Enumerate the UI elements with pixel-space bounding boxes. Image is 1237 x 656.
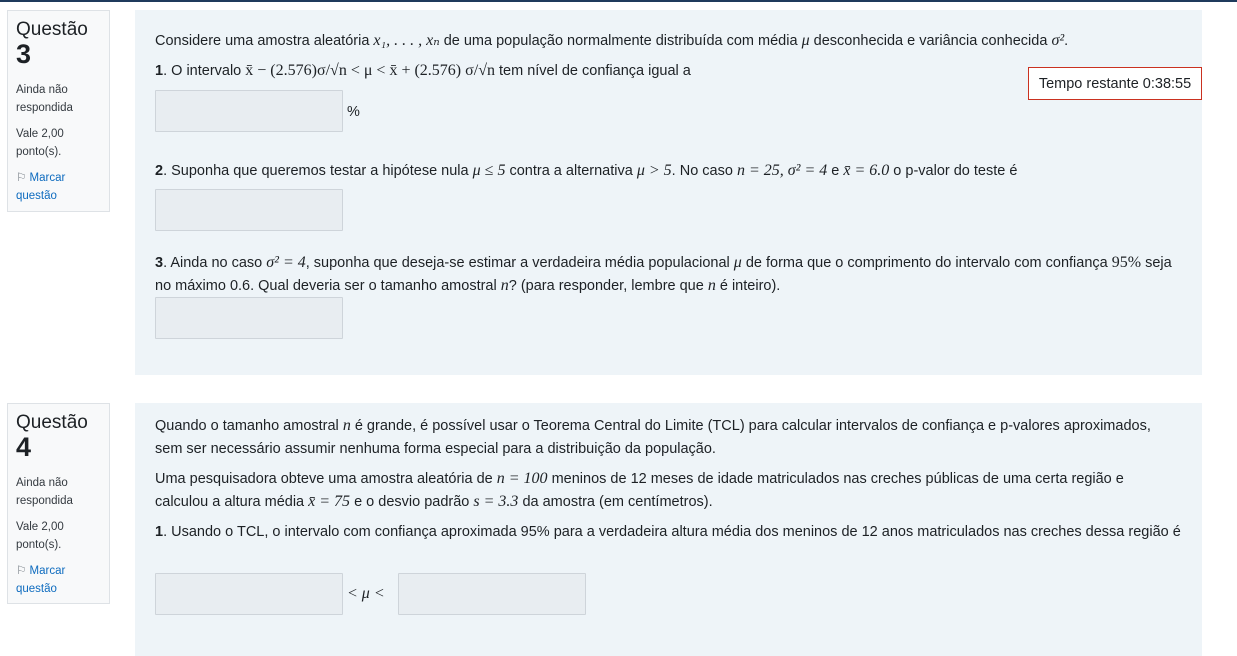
subquestion-text-2: tem nível de confiança igual a <box>494 63 691 79</box>
subquestion-text-2: contra a alternativa <box>505 163 637 179</box>
question-info-4: Questão 4 Ainda não respondida Vale 2,00… <box>7 403 110 604</box>
subquestion-number: 1 <box>155 63 164 79</box>
q4-text-7: da amostra (em centímetros). <box>518 494 713 510</box>
question-status: Ainda não respondida <box>16 477 73 507</box>
question-grade: Vale 2,00 ponto(s). <box>16 521 64 551</box>
intro-math-mu: μ <box>801 32 810 49</box>
question-content-4: Quando o tamanho amostral n é grande, é … <box>135 403 1202 656</box>
question-status: Ainda não respondida <box>16 84 73 114</box>
subquestion-3-line-2: no máximo 0.6. Qual deveria ser o tamanh… <box>155 275 780 297</box>
subquestion-text-3: . No caso <box>671 163 737 179</box>
answer-input-lower-bound[interactable] <box>155 573 343 615</box>
q4-text-6: e o desvio padrão <box>350 494 474 510</box>
question-info-3: Questão 3 Ainda não respondida Vale 2,00… <box>7 10 110 212</box>
intro-math-sample: x₁, . . . , xₙ <box>373 32 440 49</box>
q4-paragraph-2-line-2: calculou a altura média x̄ = 75 e o desv… <box>155 491 713 513</box>
math-confidence: 95% <box>1111 254 1142 271</box>
subquestion-text-5: o p-valor do teste é <box>889 163 1018 179</box>
subquestion-2: 2. Suponha que queremos testar a hipótes… <box>155 160 1017 182</box>
math-sample-size: n = 100 <box>496 470 548 487</box>
question-grade: Vale 2,00 ponto(s). <box>16 128 64 158</box>
question-intro: Considere uma amostra aleatória x₁, . . … <box>155 30 1068 52</box>
subquestion-number: 1 <box>155 524 164 540</box>
intro-text: Considere uma amostra aleatória <box>155 33 374 49</box>
question-label: Questão <box>16 412 88 433</box>
math-null-hypothesis: μ ≤ 5 <box>472 162 506 179</box>
subquestion-text: . Ainda no caso <box>163 255 267 271</box>
intro-text-2: de uma população normalmente distribuída… <box>439 33 802 49</box>
q4-paragraph-1-line-2: sem ser necessário assumir nenhuma forma… <box>155 441 716 457</box>
answer-input-upper-bound[interactable] <box>398 573 586 615</box>
subquestion-text-6: ? (para responder, lembre que <box>508 278 708 294</box>
math-mean: x̄ = 75 <box>308 493 351 510</box>
answer-input-1[interactable] <box>155 90 343 132</box>
subquestion-text-3: de forma que o comprimento do intervalo … <box>741 255 1112 271</box>
subquestion-1: 1. O intervalo x̄ − (2.576)σ/√n < μ < x̄… <box>155 60 691 82</box>
flag-question-button[interactable]: ⚐ Marcar questão <box>16 169 101 205</box>
math-variance: σ² = 4 <box>266 254 306 271</box>
subquestion-math: x̄ − (2.576)σ/√n < μ < x̄ + (2.576) σ/√n <box>245 62 495 79</box>
q4-text-2: é grande, é possível usar o Teorema Cent… <box>350 418 1151 434</box>
subquestion-text-4: e <box>827 163 844 179</box>
subquestion-number: 2 <box>155 163 164 179</box>
question-number: 3 <box>16 39 32 69</box>
q4-paragraph-2: Uma pesquisadora obteve uma amostra alea… <box>155 468 1124 490</box>
between-inequality: < μ < <box>347 585 385 602</box>
subquestion-text: . Suponha que queremos testar a hipótese… <box>163 163 473 179</box>
subquestion-text-4: seja <box>1141 255 1172 271</box>
subquestion-text-5: no máximo 0.6. Qual deveria ser o tamanh… <box>155 278 501 294</box>
flag-icon: ⚐ <box>16 565 27 577</box>
top-border <box>0 0 1237 2</box>
q4-text-3: Uma pesquisadora obteve uma amostra alea… <box>155 471 497 487</box>
subquestion-text-2: , suponha que deseja-se estimar a verdad… <box>305 255 734 271</box>
subquestion-3: 3. Ainda no caso σ² = 4, suponha que des… <box>155 252 1172 274</box>
percent-suffix: % <box>347 104 360 120</box>
subquestion-text-7: é inteiro). <box>715 278 781 294</box>
subquestion-text: . O intervalo <box>163 63 246 79</box>
math-alt-hypothesis: μ > 5 <box>636 162 672 179</box>
q4-text-4: meninos de 12 meses de idade matriculado… <box>547 471 1124 487</box>
subquestion-number: 3 <box>155 255 164 271</box>
intro-text-3: desconhecida e variância conhecida <box>809 33 1052 49</box>
math-case: n = 25, σ² = 4 <box>736 162 828 179</box>
flag-question-button[interactable]: ⚐ Marcar questão <box>16 562 101 598</box>
math-n: n <box>342 417 351 434</box>
question-content-3: Considere uma amostra aleatória x₁, . . … <box>135 10 1202 375</box>
question-number: 4 <box>16 432 32 462</box>
subquestion-text: . Usando o TCL, o intervalo com confianç… <box>163 524 1181 540</box>
math-n-2: n <box>707 277 716 294</box>
math-sd: s = 3.3 <box>473 493 519 510</box>
intro-text-4: . <box>1064 33 1069 49</box>
time-remaining-badge: Tempo restante 0:38:55 <box>1028 67 1202 100</box>
q4-subquestion-1: 1. Usando o TCL, o intervalo com confian… <box>155 521 1181 543</box>
math-xbar: x̄ = 6.0 <box>843 162 890 179</box>
intro-math-variance: σ² <box>1051 32 1065 49</box>
flag-icon: ⚐ <box>16 172 27 184</box>
q4-paragraph-1: Quando o tamanho amostral n é grande, é … <box>155 415 1151 437</box>
answer-input-2[interactable] <box>155 189 343 231</box>
q4-text: Quando o tamanho amostral <box>155 418 343 434</box>
math-n: n <box>500 277 509 294</box>
q4-text-5: calculou a altura média <box>155 494 309 510</box>
answer-input-3[interactable] <box>155 297 343 339</box>
math-mu: μ <box>733 254 742 271</box>
question-label: Questão <box>16 19 88 40</box>
